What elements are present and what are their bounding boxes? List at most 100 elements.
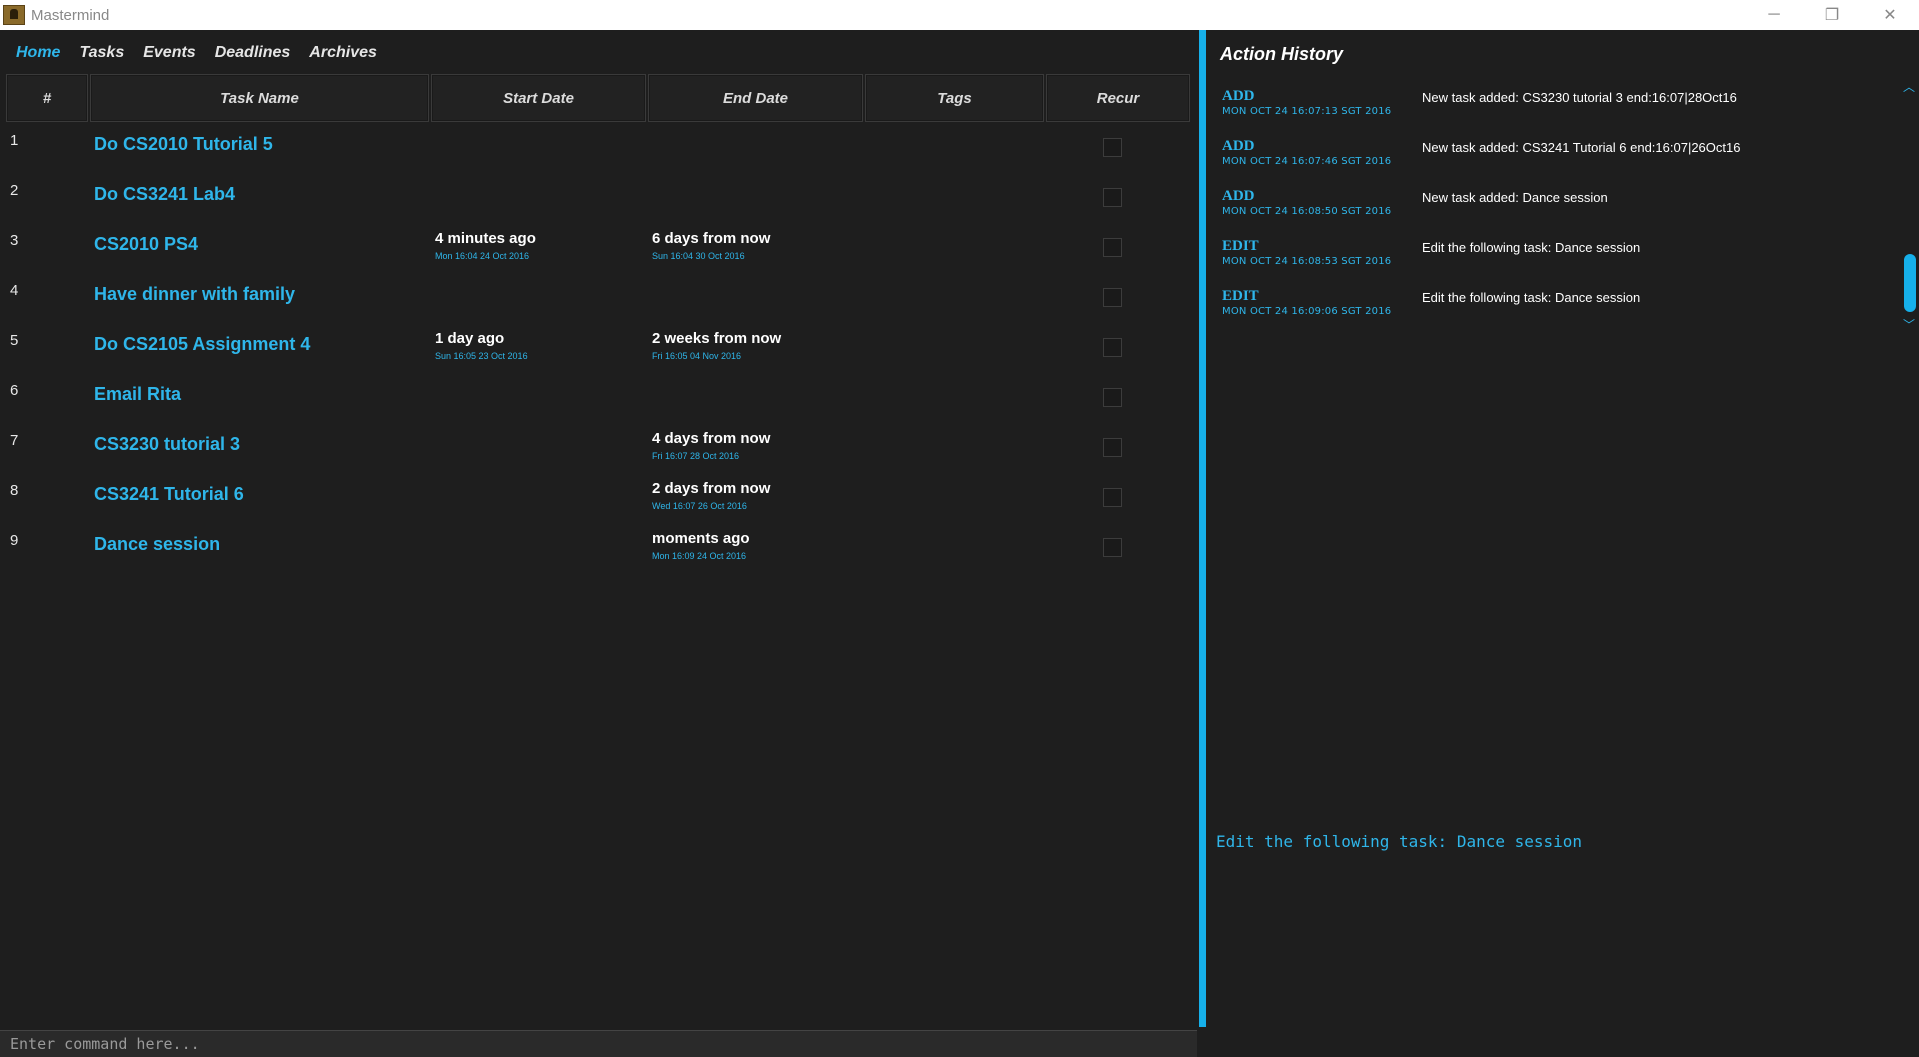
recur-checkbox[interactable] bbox=[1103, 288, 1122, 307]
recur-checkbox[interactable] bbox=[1103, 388, 1122, 407]
end-date-absolute: Fri 16:05 04 Nov 2016 bbox=[652, 351, 742, 361]
scroll-down-icon[interactable]: ﹀ bbox=[1899, 316, 1919, 333]
history-description: Edit the following task: Dance session bbox=[1422, 290, 1641, 305]
nav-tabs: Home Tasks Events Deadlines Archives bbox=[16, 44, 396, 62]
task-name[interactable]: CS2010 PS4 bbox=[94, 234, 198, 255]
end-date-relative: 2 days from now bbox=[652, 480, 771, 497]
tab-deadlines[interactable]: Deadlines bbox=[215, 44, 291, 62]
history-timestamp: MON OCT 24 16:07:46 SGT 2016 bbox=[1222, 156, 1392, 167]
history-description: New task added: CS3230 tutorial 3 end:16… bbox=[1422, 90, 1737, 105]
end-date-absolute: Sun 16:04 30 Oct 2016 bbox=[652, 251, 745, 261]
start-date: 4 minutes ago Mon 16:04 24 Oct 2016 bbox=[435, 230, 536, 261]
start-date-absolute: Sun 16:05 23 Oct 2016 bbox=[435, 351, 528, 361]
window-title: Mastermind bbox=[31, 6, 110, 24]
recur-checkbox[interactable] bbox=[1103, 338, 1122, 357]
column-header-number[interactable]: # bbox=[6, 74, 88, 122]
history-scrollbar-thumb[interactable] bbox=[1904, 254, 1916, 312]
end-date-relative: 4 days from now bbox=[652, 430, 771, 447]
start-date-relative: 4 minutes ago bbox=[435, 230, 536, 247]
scroll-up-icon[interactable]: ︿ bbox=[1899, 78, 1919, 95]
table-row[interactable]: 3 CS2010 PS4 4 minutes ago Mon 16:04 24 … bbox=[0, 226, 1197, 276]
column-header-task-name[interactable]: Task Name bbox=[90, 74, 429, 122]
end-date: 2 weeks from now Fri 16:05 04 Nov 2016 bbox=[652, 330, 781, 361]
row-number: 2 bbox=[10, 182, 19, 199]
end-date-relative: 2 weeks from now bbox=[652, 330, 782, 347]
task-name[interactable]: Have dinner with family bbox=[94, 284, 295, 305]
row-number: 6 bbox=[10, 382, 19, 399]
close-button[interactable]: ✕ bbox=[1861, 0, 1919, 30]
row-number: 3 bbox=[10, 232, 19, 249]
title-bar: Mastermind ─ ❐ ✕ bbox=[0, 0, 1919, 30]
end-date: 2 days from now Wed 16:07 26 Oct 2016 bbox=[652, 480, 770, 511]
row-number: 5 bbox=[10, 332, 19, 349]
history-description: New task added: Dance session bbox=[1422, 190, 1608, 205]
task-name[interactable]: Email Rita bbox=[94, 384, 181, 405]
history-item: EDIT MON OCT 24 16:08:53 SGT 2016 Edit t… bbox=[1222, 238, 1882, 288]
recur-checkbox[interactable] bbox=[1103, 538, 1122, 557]
end-date-absolute: Mon 16:09 24 Oct 2016 bbox=[652, 551, 747, 561]
feedback-message: Edit the following task: Dance session bbox=[1216, 832, 1583, 851]
app-icon bbox=[3, 5, 25, 25]
task-pane: Home Tasks Events Deadlines Archives # T… bbox=[0, 30, 1197, 1057]
recur-checkbox[interactable] bbox=[1103, 438, 1122, 457]
column-header-recur[interactable]: Recur bbox=[1046, 74, 1190, 122]
tab-events[interactable]: Events bbox=[143, 44, 195, 62]
row-number: 4 bbox=[10, 282, 19, 299]
history-timestamp: MON OCT 24 16:09:06 SGT 2016 bbox=[1222, 306, 1392, 317]
end-date-absolute: Fri 16:07 28 Oct 2016 bbox=[652, 451, 740, 461]
task-table-body: 1 Do CS2010 Tutorial 5 2 Do CS3241 Lab4 … bbox=[0, 126, 1197, 576]
row-number: 8 bbox=[10, 482, 19, 499]
table-row[interactable]: 6 Email Rita bbox=[0, 376, 1197, 426]
table-row[interactable]: 1 Do CS2010 Tutorial 5 bbox=[0, 126, 1197, 176]
command-input[interactable]: Enter command here... bbox=[0, 1030, 1197, 1057]
row-number: 7 bbox=[10, 432, 19, 449]
column-header-end-date[interactable]: End Date bbox=[648, 74, 863, 122]
window-controls: ─ ❐ ✕ bbox=[1745, 0, 1919, 30]
table-row[interactable]: 2 Do CS3241 Lab4 bbox=[0, 176, 1197, 226]
task-name[interactable]: CS3230 tutorial 3 bbox=[94, 434, 240, 455]
history-timestamp: MON OCT 24 16:07:13 SGT 2016 bbox=[1222, 106, 1392, 117]
table-row[interactable]: 9 Dance session moments ago Mon 16:09 24… bbox=[0, 526, 1197, 576]
row-number: 1 bbox=[10, 132, 19, 149]
table-row[interactable]: 7 CS3230 tutorial 3 4 days from now Fri … bbox=[0, 426, 1197, 476]
action-history-pane: Action History ADD MON OCT 24 16:07:13 S… bbox=[1206, 30, 1919, 1027]
recur-checkbox[interactable] bbox=[1103, 488, 1122, 507]
start-date-absolute: Mon 16:04 24 Oct 2016 bbox=[435, 251, 530, 261]
task-name[interactable]: Do CS3241 Lab4 bbox=[94, 184, 235, 205]
table-header: # Task Name Start Date End Date Tags Rec… bbox=[6, 74, 1192, 122]
end-date: 4 days from now Fri 16:07 28 Oct 2016 bbox=[652, 430, 770, 461]
end-date: moments ago Mon 16:09 24 Oct 2016 bbox=[652, 530, 750, 561]
task-name[interactable]: Do CS2105 Assignment 4 bbox=[94, 334, 310, 355]
recur-checkbox[interactable] bbox=[1103, 138, 1122, 157]
task-name[interactable]: Dance session bbox=[94, 534, 220, 555]
history-item: ADD MON OCT 24 16:08:50 SGT 2016 New tas… bbox=[1222, 188, 1882, 238]
tab-home[interactable]: Home bbox=[16, 44, 60, 62]
minimize-button[interactable]: ─ bbox=[1745, 0, 1803, 30]
history-description: Edit the following task: Dance session bbox=[1422, 240, 1641, 255]
start-date-relative: 1 day ago bbox=[435, 330, 505, 347]
history-description: New task added: CS3241 Tutorial 6 end:16… bbox=[1422, 140, 1741, 155]
tab-archives[interactable]: Archives bbox=[309, 44, 377, 62]
end-date-relative: 6 days from now bbox=[652, 230, 771, 247]
column-header-start-date[interactable]: Start Date bbox=[431, 74, 646, 122]
table-row[interactable]: 4 Have dinner with family bbox=[0, 276, 1197, 326]
action-history-title: Action History bbox=[1220, 44, 1344, 64]
start-date: 1 day ago Sun 16:05 23 Oct 2016 bbox=[435, 330, 528, 361]
end-date: 6 days from now Sun 16:04 30 Oct 2016 bbox=[652, 230, 770, 261]
restore-button[interactable]: ❐ bbox=[1803, 0, 1861, 30]
column-header-tags[interactable]: Tags bbox=[865, 74, 1044, 122]
tab-tasks[interactable]: Tasks bbox=[79, 44, 124, 62]
history-list: ADD MON OCT 24 16:07:13 SGT 2016 New tas… bbox=[1222, 88, 1882, 338]
pane-divider[interactable] bbox=[1199, 30, 1206, 1027]
history-item: ADD MON OCT 24 16:07:46 SGT 2016 New tas… bbox=[1222, 138, 1882, 188]
table-row[interactable]: 8 CS3241 Tutorial 6 2 days from now Wed … bbox=[0, 476, 1197, 526]
history-item: ADD MON OCT 24 16:07:13 SGT 2016 New tas… bbox=[1222, 88, 1882, 138]
end-date-absolute: Wed 16:07 26 Oct 2016 bbox=[652, 501, 747, 511]
recur-checkbox[interactable] bbox=[1103, 238, 1122, 257]
history-timestamp: MON OCT 24 16:08:50 SGT 2016 bbox=[1222, 206, 1392, 217]
end-date-relative: moments ago bbox=[652, 530, 750, 547]
task-name[interactable]: CS3241 Tutorial 6 bbox=[94, 484, 244, 505]
recur-checkbox[interactable] bbox=[1103, 188, 1122, 207]
task-name[interactable]: Do CS2010 Tutorial 5 bbox=[94, 134, 273, 155]
table-row[interactable]: 5 Do CS2105 Assignment 4 1 day ago Sun 1… bbox=[0, 326, 1197, 376]
